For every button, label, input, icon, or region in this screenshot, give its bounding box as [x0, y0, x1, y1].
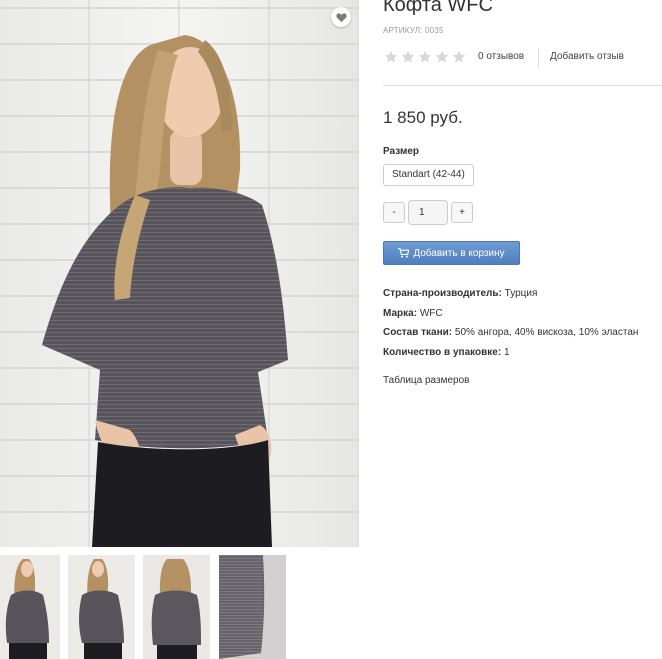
product-title: Кофта WFC: [383, 0, 493, 16]
star-icon[interactable]: [384, 50, 398, 64]
attribute-row: Количество в упаковке: 1: [383, 346, 638, 366]
attribute-name: Марка:: [383, 307, 418, 319]
thumbnail-front[interactable]: [0, 555, 60, 659]
thumbnail-back[interactable]: [143, 555, 210, 659]
sku-value: 0035: [425, 26, 444, 35]
reviews-divider: [538, 48, 539, 67]
attribute-value: 50% ангора, 40% вискоза, 10% эластан: [454, 327, 639, 339]
reviews-count-link[interactable]: 0 отзывов: [478, 51, 524, 62]
thumbnail-back-image: [143, 555, 210, 659]
add-review-link[interactable]: Добавить отзыв: [550, 51, 624, 62]
thumbnail-front-hand-on-hip[interactable]: [68, 555, 135, 659]
size-table-link[interactable]: Таблица размеров: [383, 375, 469, 386]
product-price: 1 850 руб.: [383, 108, 463, 127]
product-sku: АРТИКУЛ: 0035: [383, 26, 444, 35]
thumbnail-front-image: [0, 555, 60, 659]
attribute-name: Количество в упаковке:: [383, 346, 502, 358]
star-icon[interactable]: [435, 50, 449, 64]
model-wearing-sweater-image: [42, 35, 288, 547]
sku-label: АРТИКУЛ:: [383, 26, 423, 35]
thumbnail-detail[interactable]: [219, 555, 286, 659]
quantity-increase-button[interactable]: +: [451, 202, 473, 223]
attribute-value: WFC: [419, 307, 443, 319]
quantity-input[interactable]: 1: [408, 200, 448, 225]
thumbnail-front-hand-on-hip-image: [68, 555, 135, 659]
attribute-row: Страна-производитель: Турция: [383, 287, 638, 307]
attribute-value: 1: [503, 346, 510, 358]
cart-icon: [398, 248, 410, 258]
star-icon[interactable]: [401, 50, 415, 64]
main-product-photo[interactable]: [0, 0, 359, 547]
size-option-button[interactable]: Standart (42-44): [383, 164, 474, 186]
star-icon[interactable]: [418, 50, 432, 64]
attribute-row: Состав ткани: 50% ангора, 40% вискоза, 1…: [383, 326, 638, 346]
product-attributes: Страна-производитель: Турция Марка: WFC …: [383, 287, 638, 365]
thumbnail-gallery: [0, 555, 359, 659]
header-divider: [383, 85, 662, 86]
add-to-cart-button[interactable]: Добавить в корзину: [383, 241, 520, 265]
add-to-favorites-button[interactable]: [331, 7, 351, 27]
heart-icon: [335, 12, 347, 22]
size-option-label: Размер: [383, 146, 420, 157]
attribute-value: Турция: [504, 288, 538, 299]
quantity-decrease-button[interactable]: -: [383, 202, 405, 223]
attribute-name: Страна-производитель:: [383, 288, 502, 299]
attribute-row: Марка: WFC: [383, 307, 638, 327]
add-to-cart-label: Добавить в корзину: [413, 247, 505, 259]
rating-stars[interactable]: [384, 50, 466, 64]
star-icon[interactable]: [452, 50, 466, 64]
thumbnail-detail-image: [219, 555, 286, 659]
attribute-name: Состав ткани:: [383, 327, 453, 339]
